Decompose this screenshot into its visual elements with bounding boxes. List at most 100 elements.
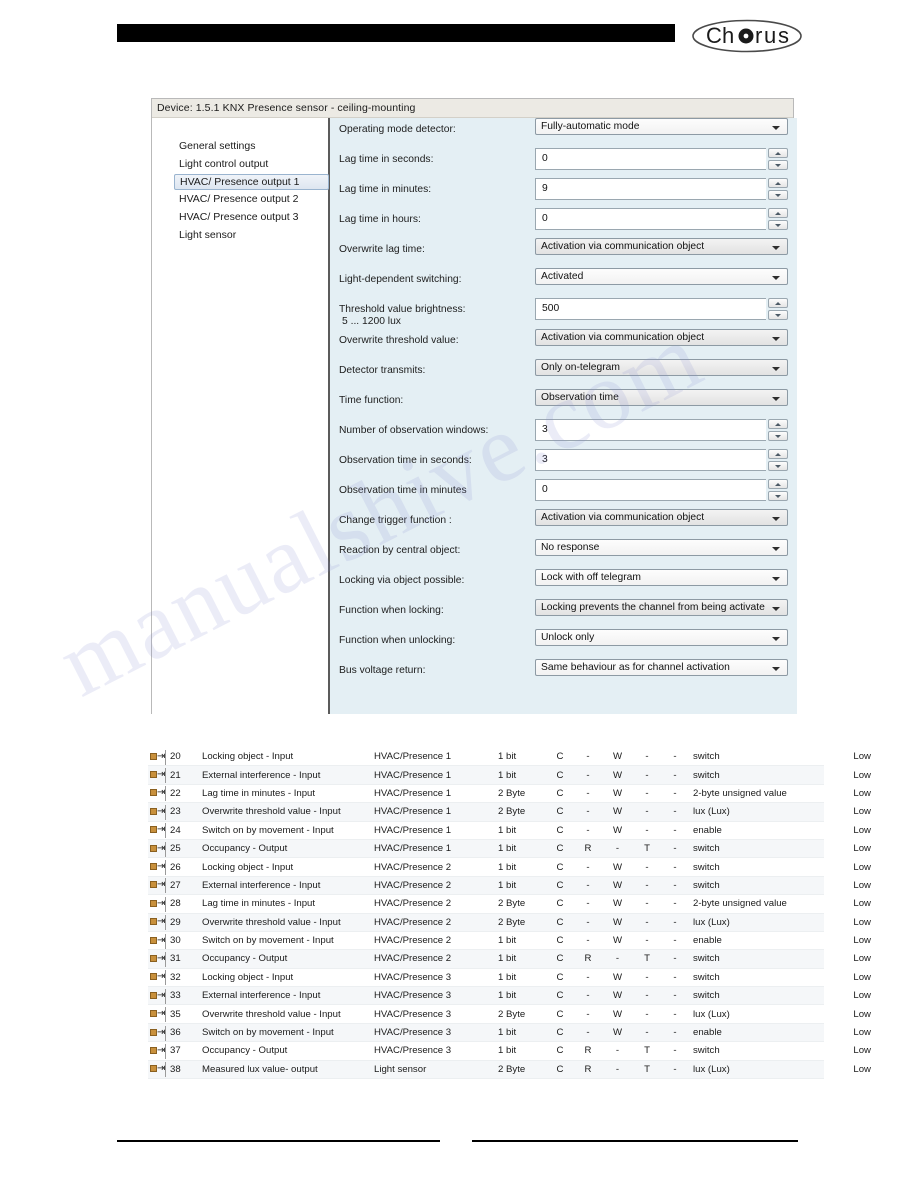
stepper-down-icon[interactable] (767, 461, 788, 471)
table-row[interactable]: ⇥ 33 External interference - Input HVAC/Pre… (148, 987, 871, 1006)
object-number: 35 (170, 1008, 181, 1020)
table-row[interactable]: ⇥ 26 Locking object - Input HVAC/Presence 2… (148, 858, 871, 877)
chevron-down-icon[interactable] (771, 637, 780, 641)
table-row[interactable]: ⇥ 23 Overwrite threshold value - Input HVAC… (148, 803, 871, 822)
combobox[interactable]: Activation via communication object (535, 329, 788, 346)
combobox[interactable]: No response (535, 539, 788, 556)
stepper-down-icon[interactable] (767, 160, 788, 170)
stepper-buttons[interactable] (767, 419, 788, 441)
stepper-up-icon[interactable] (767, 479, 788, 489)
table-row[interactable]: ⇥ 24 Switch on by movement - Input HVAC/Pre… (148, 822, 871, 840)
communication-object-icon: ⇥ (148, 1007, 166, 1023)
stepper-input[interactable]: 9 (535, 178, 766, 200)
stepper-down-icon[interactable] (767, 310, 788, 320)
tree-item-1[interactable]: Light control output (152, 156, 328, 173)
communication-object-icon: ⇥ (148, 951, 166, 967)
table-row[interactable]: ⇥ 28 Lag time in minutes - Input HVAC/Prese… (148, 895, 871, 914)
stepper-down-icon[interactable] (767, 491, 788, 501)
tree-item-3[interactable]: HVAC/ Presence output 2 (152, 191, 328, 208)
stepper-up-icon[interactable] (767, 419, 788, 429)
chevron-down-icon[interactable] (771, 126, 780, 130)
stepper-input[interactable]: 0 (535, 208, 766, 230)
table-row[interactable]: ⇥ 20 Locking object - Input HVAC/Presence 1… (148, 748, 871, 767)
stepper-up-icon[interactable] (767, 178, 788, 188)
tree-item-0[interactable]: General settings (152, 138, 328, 155)
stepper-down-icon[interactable] (767, 431, 788, 441)
stepper-input[interactable]: 3 (535, 419, 766, 441)
numeric-stepper[interactable]: 0 (535, 479, 788, 501)
chevron-down-icon[interactable] (771, 276, 780, 280)
field-label: Locking via object possible: (339, 569, 535, 587)
stepper-down-icon[interactable] (767, 190, 788, 200)
table-row[interactable]: ⇥ 22 Lag time in minutes - Input HVAC/Prese… (148, 785, 871, 804)
stepper-input[interactable]: 3 (535, 449, 766, 471)
numeric-stepper[interactable]: 9 (535, 178, 788, 200)
stepper-buttons[interactable] (767, 208, 788, 230)
table-row[interactable]: ⇥ 38 Measured lux value- output Light senso… (148, 1060, 871, 1080)
tree-item-2[interactable]: HVAC/ Presence output 1 (174, 174, 329, 190)
chevron-down-icon[interactable] (771, 607, 780, 611)
combobox[interactable]: Only on-telegram (535, 359, 788, 376)
table-row[interactable]: ⇥ 37 Occupancy - Output HVAC/Presence 3 1 bi… (148, 1042, 871, 1061)
chevron-down-icon[interactable] (771, 577, 780, 581)
triangle-down-icon (774, 465, 781, 468)
table-row[interactable]: ⇥ 30 Switch on by movement - Input HVAC/Pre… (148, 932, 871, 951)
numeric-stepper[interactable]: 0 (535, 148, 788, 170)
combobox[interactable]: Activated (535, 268, 788, 285)
table-row[interactable]: ⇥ 29 Overwrite threshold value - Input HVAC… (148, 913, 871, 932)
flag-t: - (645, 879, 649, 891)
communication-object-table[interactable]: ⇥ 20 Locking object - Input HVAC/Presence 1… (148, 748, 871, 1080)
numeric-stepper[interactable]: 3 (535, 419, 788, 441)
object-datatype: enable (693, 1027, 722, 1039)
stepper-input[interactable]: 0 (535, 148, 766, 170)
object-number: 31 (170, 953, 181, 965)
table-row[interactable]: ⇥ 32 Locking object - Input HVAC/Presence 3… (148, 969, 871, 988)
table-row[interactable]: ⇥ 27 External interference - Input HVAC/Pre… (148, 876, 871, 896)
combobox[interactable]: Locking prevents the channel from being … (535, 599, 788, 616)
tree-item-4[interactable]: HVAC/ Presence output 3 (152, 209, 328, 226)
combobox[interactable]: Fully-automatic mode (535, 118, 788, 135)
combobox[interactable]: Observation time (535, 389, 788, 406)
stepper-down-icon[interactable] (767, 220, 788, 230)
stepper-up-icon[interactable] (767, 148, 788, 158)
chevron-down-icon[interactable] (771, 667, 780, 671)
stepper-buttons[interactable] (767, 479, 788, 501)
stepper-buttons[interactable] (767, 449, 788, 471)
combobox[interactable]: Lock with off telegram (535, 569, 788, 586)
stepper-buttons[interactable] (767, 298, 788, 320)
field-label: Function when unlocking: (339, 629, 535, 647)
chevron-down-icon[interactable] (771, 367, 780, 371)
chevron-down-icon[interactable] (771, 337, 780, 341)
stepper-buttons[interactable] (767, 148, 788, 170)
combobox[interactable]: Activation via communication object (535, 509, 788, 526)
object-name: Overwrite threshold value - Input (202, 916, 341, 928)
stepper-up-icon[interactable] (767, 449, 788, 459)
object-length: 1 bit (498, 879, 517, 891)
chevron-down-icon[interactable] (771, 517, 780, 521)
combobox[interactable]: Unlock only (535, 629, 788, 646)
svg-text:r: r (755, 23, 762, 48)
numeric-stepper[interactable]: 3 (535, 449, 788, 471)
stepper-up-icon[interactable] (767, 298, 788, 308)
combobox[interactable]: Activation via communication object (535, 238, 788, 255)
object-number: 20 (170, 751, 181, 763)
parameter-tree[interactable]: General settings Light control output HVAC… (152, 118, 330, 714)
numeric-stepper[interactable]: 0 (535, 208, 788, 230)
table-row[interactable]: ⇥ 25 Occupancy - Output HVAC/Presence 1 1 bi… (148, 839, 871, 859)
table-row[interactable]: ⇥ 36 Switch on by movement - Input HVAC/Pre… (148, 1023, 871, 1043)
chevron-down-icon[interactable] (771, 246, 780, 250)
stepper-input[interactable]: 500 (535, 298, 766, 320)
table-row[interactable]: ⇥ 21 External interference - Input HVAC/Pre… (148, 766, 871, 785)
tree-item-5[interactable]: Light sensor (152, 227, 328, 244)
stepper-input[interactable]: 0 (535, 479, 766, 501)
object-name: External interference - Input (202, 769, 321, 781)
combobox[interactable]: Same behaviour as for channel activation (535, 659, 788, 676)
stepper-buttons[interactable] (767, 178, 788, 200)
flag-t: T (644, 953, 650, 965)
stepper-up-icon[interactable] (767, 208, 788, 218)
numeric-stepper[interactable]: 500 (535, 298, 788, 320)
chevron-down-icon[interactable] (771, 547, 780, 551)
chevron-down-icon[interactable] (771, 397, 780, 401)
table-row[interactable]: ⇥ 35 Overwrite threshold value - Input HVAC… (148, 1005, 871, 1024)
table-row[interactable]: ⇥ 31 Occupancy - Output HVAC/Presence 2 1 bi… (148, 950, 871, 969)
